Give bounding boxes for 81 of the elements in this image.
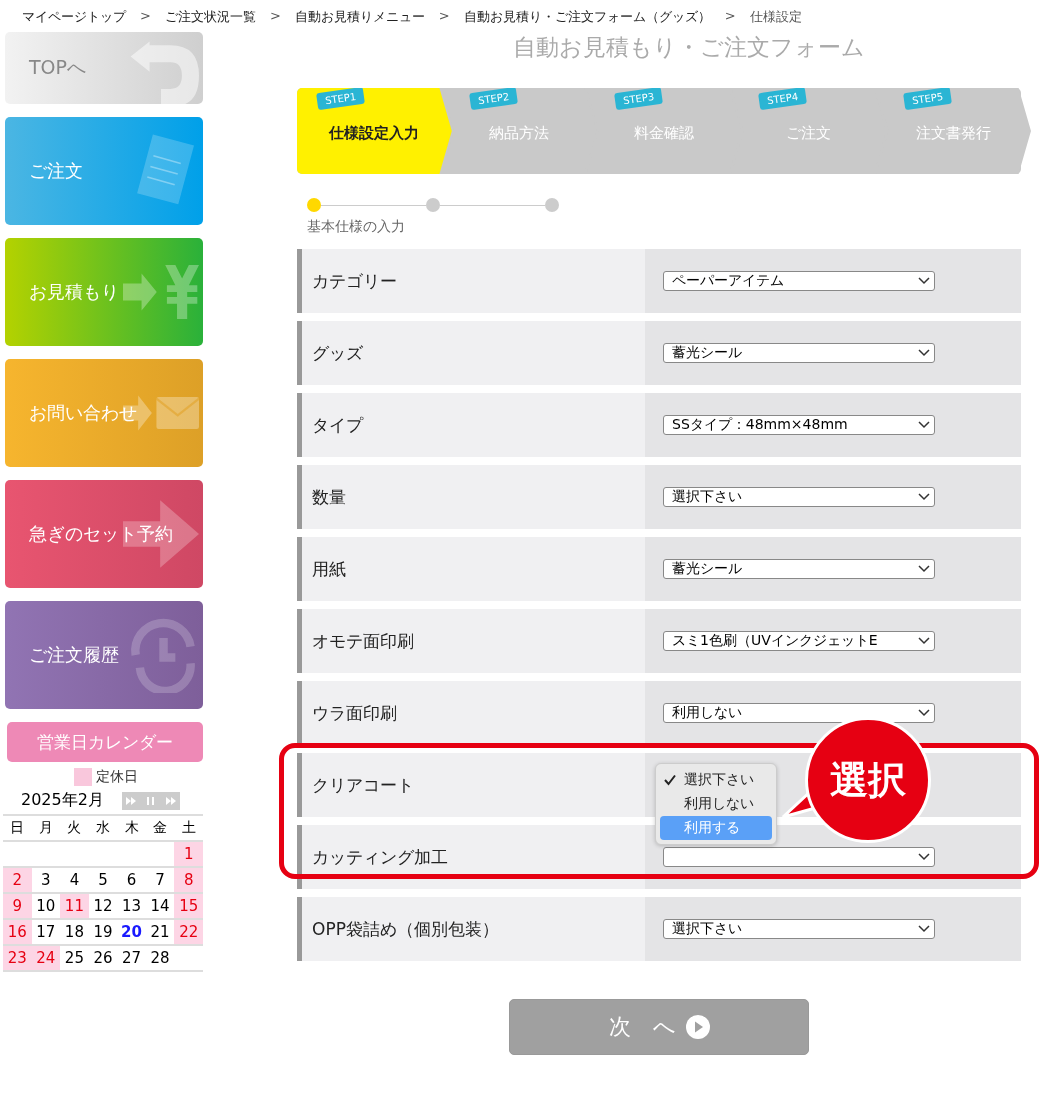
- breadcrumb-separator: >: [269, 8, 281, 25]
- field-label: カテゴリー: [297, 249, 645, 313]
- calendar-day: 26: [88, 945, 118, 971]
- breadcrumb-separator: >: [438, 8, 450, 25]
- dropdown-option[interactable]: 選択下さい: [660, 768, 772, 792]
- calendar-day: 8: [174, 867, 203, 893]
- progress-label: 基本仕様の入力: [307, 218, 406, 236]
- weekday-header: 金: [145, 815, 175, 841]
- select-field[interactable]: ペーパーアイテム: [663, 271, 935, 291]
- field-label: グッズ: [297, 321, 645, 385]
- sidebar-button[interactable]: ご注文履歴: [5, 601, 203, 709]
- field-label: タイプ: [297, 393, 645, 457]
- calendar-day: 2: [3, 867, 32, 893]
- step-tag: STEP5: [903, 86, 953, 111]
- play-icon: [685, 1015, 710, 1039]
- chevron-down-icon: [918, 565, 930, 573]
- calendar-day: 23: [3, 945, 32, 971]
- chevron-down-icon: [918, 637, 930, 645]
- calendar-day: 27: [117, 945, 146, 971]
- checkmark-icon: [664, 774, 676, 786]
- step-tag: STEP4: [758, 86, 808, 111]
- weekday-header: 火: [60, 815, 89, 841]
- field-label: カッティング加工: [297, 825, 645, 889]
- breadcrumb-link[interactable]: 自動お見積りメニュー: [294, 8, 425, 32]
- chevron-down-icon: [918, 421, 930, 429]
- breadcrumb-separator: >: [140, 8, 151, 25]
- calendar-day: 15: [174, 893, 203, 919]
- field-label: オモテ面印刷: [297, 609, 645, 673]
- calendar-day: 19: [88, 919, 118, 945]
- calendar-day: 22: [174, 919, 203, 945]
- calendar-day: 5: [88, 867, 118, 893]
- breadcrumb-link[interactable]: ご注文状況一覧: [164, 8, 256, 32]
- field-label: OPP袋詰め（個別包装）: [297, 897, 645, 961]
- breadcrumb-link[interactable]: マイページトップ: [22, 8, 126, 32]
- weekday-header: 月: [31, 815, 61, 841]
- calendar-day: 25: [60, 945, 89, 971]
- weekday-header: 木: [117, 815, 146, 841]
- field-label: ウラ面印刷: [297, 681, 645, 745]
- calendar-day: 11: [60, 893, 89, 919]
- chevron-down-icon: [918, 709, 930, 717]
- select-field[interactable]: SSタイプ：48mm×48mm: [663, 415, 935, 435]
- step-tag: STEP3: [613, 86, 663, 111]
- month-label: 2025年2月: [21, 790, 104, 811]
- select-field[interactable]: 選択下さい: [663, 487, 935, 507]
- chevron-down-icon: [918, 493, 930, 501]
- calendar-day: 28: [145, 945, 175, 971]
- select-field[interactable]: 利用しない: [663, 703, 935, 723]
- weekday-header: 日: [3, 815, 32, 841]
- calendar-day: 18: [60, 919, 89, 945]
- field-label: 数量: [297, 465, 645, 529]
- weekday-header: 水: [88, 815, 118, 841]
- select-field[interactable]: 選択下さい: [663, 919, 935, 939]
- select-field[interactable]: 蓄光シール: [663, 559, 935, 579]
- select-field[interactable]: スミ1色刷（UVインクジェットE: [663, 631, 935, 651]
- sidebar-button[interactable]: 急ぎのセット予約: [5, 480, 203, 588]
- step-tag: STEP1: [316, 86, 366, 111]
- holiday-swatch: [73, 768, 92, 786]
- field-label: 用紙: [297, 537, 645, 601]
- calendar-day: 13: [117, 893, 146, 919]
- calendar-day: 20: [117, 919, 146, 945]
- calendar-day: 1: [174, 841, 203, 867]
- dropdown-option[interactable]: 利用しない: [660, 792, 772, 816]
- step-tag: STEP2: [468, 86, 518, 111]
- calendar-day: 16: [3, 919, 32, 945]
- legend-label: 定休日: [95, 768, 138, 786]
- chevron-down-icon: [918, 349, 930, 357]
- breadcrumb-link[interactable]: 自動お見積り・ご注文フォーム（グッズ）: [463, 8, 711, 32]
- page-title: 自動お見積もり・ご注文フォーム: [512, 33, 866, 62]
- chevron-down-icon: [918, 277, 930, 285]
- calendar-day: 6: [117, 867, 146, 893]
- calendar-day: 3: [31, 867, 61, 893]
- calendar-day: 12: [88, 893, 118, 919]
- breadcrumb-separator: >: [724, 8, 736, 25]
- calendar-day: 9: [3, 893, 32, 919]
- calendar-title: 営業日カレンダー: [7, 722, 203, 762]
- chevron-down-icon: [918, 853, 930, 861]
- breadcrumb-current: 仕様設定: [749, 8, 802, 26]
- select-field[interactable]: 蓄光シール: [663, 343, 935, 363]
- field-label: クリアコート: [297, 753, 645, 817]
- chevron-down-icon: [918, 925, 930, 933]
- select-field[interactable]: [663, 847, 935, 867]
